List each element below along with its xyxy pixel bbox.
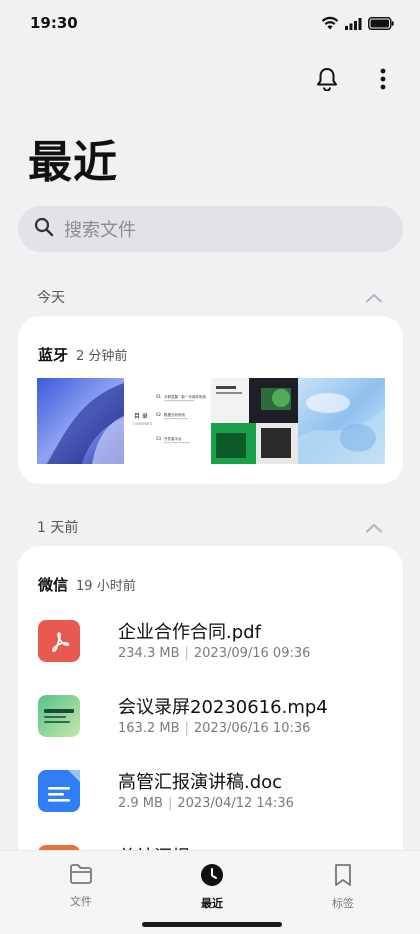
search-placeholder: 搜索文件 bbox=[64, 220, 136, 241]
nav-item-tags[interactable]: 标签 bbox=[303, 863, 383, 911]
nav-label: 文件 bbox=[70, 895, 92, 908]
image-thumbnail[interactable] bbox=[298, 378, 385, 464]
chevron-up-icon bbox=[365, 288, 383, 307]
notification-button[interactable] bbox=[314, 68, 340, 94]
home-indicator bbox=[142, 922, 282, 927]
file-date: 2023/06/16 10:36 bbox=[193, 721, 311, 736]
collapse-today-button[interactable] bbox=[365, 288, 383, 307]
meta-separator: | bbox=[184, 721, 189, 736]
doc-thumb-item-num: 02 bbox=[156, 412, 162, 417]
page-title: 最近 bbox=[28, 137, 118, 188]
file-row[interactable]: 会议录屏20230616.mp4 163.2 MB | 2023/06/16 10:… bbox=[38, 693, 388, 753]
file-size: 2.9 MB bbox=[118, 796, 163, 811]
source-time: 2 分钟前 bbox=[76, 349, 128, 364]
doc-thumb-item-num: 01 bbox=[156, 394, 162, 399]
image-thumbnail[interactable] bbox=[211, 378, 298, 464]
card-source: 微信 19 小时前 bbox=[38, 574, 136, 595]
bookmark-icon bbox=[333, 863, 353, 891]
file-row[interactable]: 企业合作合同.pdf 234.3 MB | 2023/09/16 09:36 bbox=[38, 618, 388, 678]
clock-icon bbox=[200, 863, 224, 891]
card-source: 蓝牙 2 分钟前 bbox=[38, 344, 127, 365]
section-title: 今天 bbox=[37, 290, 65, 306]
nav-item-files[interactable]: 文件 bbox=[41, 863, 121, 909]
bell-icon bbox=[316, 67, 338, 95]
file-meta: 2.9 MB | 2023/04/12 14:36 bbox=[118, 796, 294, 811]
doc-thumb-item-text: 万和发展 · 新一代商务系统 bbox=[164, 394, 206, 399]
search-input[interactable]: 搜索文件 bbox=[18, 206, 403, 252]
doc-thumb-item-text: 开发者平台 bbox=[164, 436, 182, 441]
meta-separator: | bbox=[184, 646, 189, 661]
video-thumbnail bbox=[38, 695, 80, 737]
pdf-icon bbox=[38, 620, 80, 662]
file-date: 2023/04/12 14:36 bbox=[177, 796, 294, 811]
wifi-icon bbox=[321, 15, 339, 34]
source-name: 蓝牙 bbox=[38, 346, 69, 364]
source-name: 微信 bbox=[38, 576, 69, 594]
more-vertical-icon bbox=[380, 68, 386, 94]
doc-thumb-heading: 目 录 bbox=[134, 412, 148, 420]
signal-icon bbox=[345, 15, 362, 34]
file-size: 234.3 MB bbox=[118, 646, 180, 661]
file-name: 企业合作合同.pdf bbox=[118, 622, 261, 643]
section-header-today: 今天 bbox=[37, 287, 383, 307]
status-bar: 19:30 bbox=[0, 0, 420, 46]
nav-label: 标签 bbox=[332, 897, 354, 910]
section-header-yesterday: 1 天前 bbox=[37, 517, 383, 537]
image-thumbnail[interactable] bbox=[37, 378, 124, 464]
chevron-up-icon bbox=[365, 518, 383, 537]
status-time: 19:30 bbox=[30, 14, 78, 32]
source-time: 19 小时前 bbox=[76, 579, 136, 594]
thumbnail-strip: 目 录 CONTENTS 01 万和发展 · 新一代商务系统 02 数据分析系统… bbox=[37, 378, 385, 464]
doc-icon bbox=[38, 770, 80, 812]
nav-label: 最近 bbox=[201, 897, 223, 910]
doc-thumb-item-num: 03 bbox=[156, 436, 162, 441]
search-icon bbox=[34, 217, 54, 241]
top-actions bbox=[314, 68, 396, 94]
file-meta: 234.3 MB | 2023/09/16 09:36 bbox=[118, 646, 310, 661]
nav-item-recent[interactable]: 最近 bbox=[172, 863, 252, 911]
file-size: 163.2 MB bbox=[118, 721, 180, 736]
section-title: 1 天前 bbox=[37, 520, 79, 536]
bluetooth-card: 蓝牙 2 分钟前 目 录 CONTENTS 01 万和发展 · 新一代商务系统 … bbox=[18, 316, 403, 484]
doc-thumb-item-text: 数据分析系统 bbox=[164, 412, 185, 417]
document-thumbnail[interactable]: 目 录 CONTENTS 01 万和发展 · 新一代商务系统 02 数据分析系统… bbox=[124, 378, 211, 464]
folder-icon bbox=[69, 863, 93, 889]
file-row[interactable]: 高管汇报演讲稿.doc 2.9 MB | 2023/04/12 14:36 bbox=[38, 768, 388, 828]
file-meta: 163.2 MB | 2023/06/16 10:36 bbox=[118, 721, 310, 736]
wechat-card: 微信 19 小时前 企业合作合同.pdf 234.3 MB | 2023/09/16… bbox=[18, 546, 403, 887]
meta-separator: | bbox=[167, 796, 173, 811]
status-icons bbox=[321, 15, 394, 34]
more-button[interactable] bbox=[370, 68, 396, 94]
doc-thumb-sub: CONTENTS bbox=[133, 422, 153, 426]
file-date: 2023/09/16 09:36 bbox=[193, 646, 311, 661]
file-name: 高管汇报演讲稿.doc bbox=[118, 772, 283, 793]
battery-icon bbox=[368, 15, 394, 34]
file-name: 会议录屏20230616.mp4 bbox=[118, 697, 328, 718]
collapse-yesterday-button[interactable] bbox=[365, 518, 383, 537]
